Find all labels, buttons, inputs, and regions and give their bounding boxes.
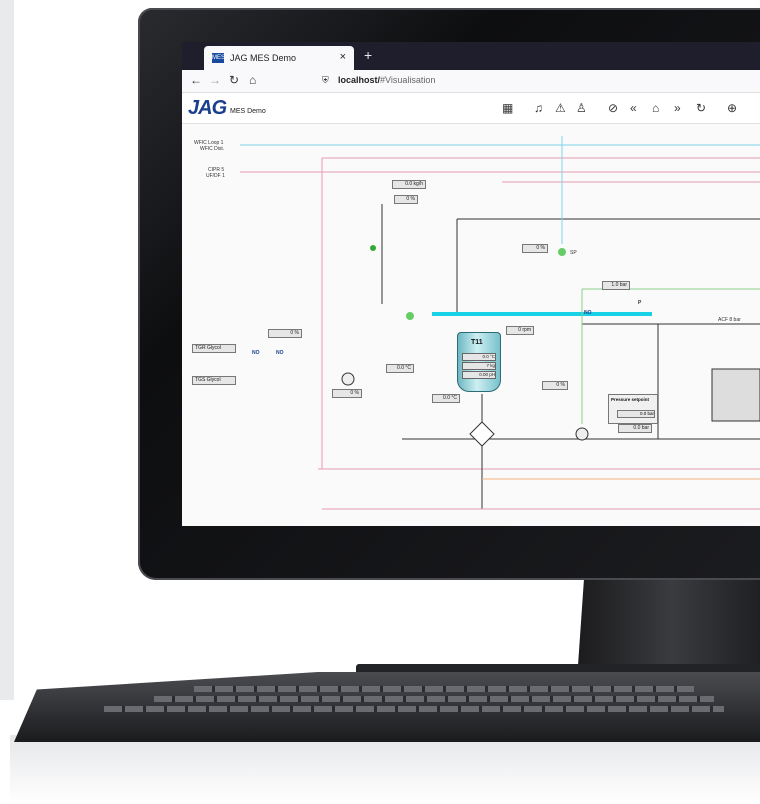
bell-icon[interactable]: ♫ — [534, 101, 543, 115]
p-label: P — [638, 300, 642, 306]
valve-no-label: NO — [252, 350, 260, 356]
flow-readout: 0.0 kg/h — [392, 180, 426, 189]
home-icon[interactable]: ⌂ — [249, 73, 256, 87]
keyboard-row — [154, 696, 714, 702]
temp-out-readout: 0.0 °C — [432, 394, 460, 403]
pump-left-readout: 0 % — [332, 389, 362, 398]
keyboard-row — [194, 686, 694, 692]
tab-favicon: MES — [212, 53, 226, 63]
alarm-user-icon[interactable]: ♙ — [576, 101, 587, 115]
browser-tab[interactable]: MES JAG MES Demo × — [204, 46, 354, 70]
tgr-glycol-label: TGR Glycol — [192, 344, 236, 353]
process-diagram: WFIC Loop 1 WFIC Dist. CIPR 5 UF/DF 1 TG… — [182, 124, 760, 526]
screen: MES JAG MES Demo × + ← → ↻ ⌂ ⛨ localhost… — [182, 42, 760, 526]
url-host: localhost/ — [338, 75, 381, 85]
keyboard — [14, 672, 760, 742]
keyboard-row — [104, 706, 724, 712]
valve-top-readout: 0 % — [394, 195, 418, 204]
valve-no-label-2: NO — [276, 350, 284, 356]
shield-icon: ⛨ — [322, 75, 329, 85]
back-icon[interactable]: ← — [190, 73, 202, 87]
pressure-setpoint-value[interactable]: 0.0 bar — [617, 410, 655, 418]
pressure-actual-readout: 0.0 bar — [618, 424, 652, 433]
browser-tab-bar: MES JAG MES Demo × + — [182, 42, 760, 70]
piping-lines — [240, 136, 760, 510]
new-tab-icon[interactable]: + — [364, 47, 372, 63]
jag-logo: JAG — [188, 97, 227, 119]
tank-name: T11 — [471, 339, 483, 346]
warning-icon[interactable]: ⚠ — [555, 101, 566, 115]
calendar-icon[interactable]: ▦ — [502, 101, 513, 115]
tab-title: JAG MES Demo — [230, 53, 297, 63]
app-subtitle: MES Demo — [230, 108, 266, 115]
sp-label: SP — [570, 250, 577, 256]
first-page-icon[interactable]: « — [630, 101, 637, 115]
home-icon[interactable]: ⌂ — [652, 101, 659, 115]
desk-reflection — [10, 735, 760, 804]
pressure-setpoint-title: Pressure setpoint — [611, 397, 650, 402]
valve-right-readout: 0 % — [542, 381, 568, 390]
valve-no-label-3: NO — [584, 310, 592, 316]
tgs-glycol-label: TGS Glycol — [192, 376, 236, 385]
tank-weight: 7 kg — [462, 362, 496, 370]
tag-icon[interactable]: ⊘ — [608, 101, 618, 115]
app-header: JAG MES Demo ▦ ♫ ⚠ ♙ ⊘ « ⌂ » ↻ ⊕ — [182, 93, 760, 124]
address-bar[interactable]: localhost/#Visualisation — [338, 75, 435, 85]
reload-icon[interactable]: ↻ — [229, 73, 239, 87]
background-strip — [0, 0, 14, 700]
tank-ph: 0.00 pH — [462, 371, 496, 379]
browser-nav-bar: ← → ↻ ⌂ ⛨ localhost/#Visualisation — [182, 70, 760, 93]
acf-label: ACF 8 bar — [718, 317, 741, 323]
wfic-dist-label: WFIC Dist. — [200, 146, 225, 152]
temp-in-readout: 0.0 °C — [386, 364, 414, 373]
refresh-icon[interactable]: ↻ — [696, 101, 706, 115]
forward-icon[interactable]: → — [209, 73, 221, 87]
valve-left-readout: 0 % — [268, 329, 302, 338]
url-path: #Visualisation — [380, 75, 436, 85]
agitator-readout: 0 rpm — [506, 326, 534, 335]
zoom-in-icon[interactable]: ⊕ — [727, 101, 737, 115]
valve-mid-readout: 0 % — [522, 244, 548, 253]
close-tab-icon[interactable]: × — [340, 51, 346, 63]
pressure-top-readout: 1.0 bar — [602, 281, 630, 290]
pressure-setpoint-panel[interactable]: Pressure setpoint 0.0 bar — [608, 394, 658, 424]
last-page-icon[interactable]: » — [674, 101, 681, 115]
tank-temp: 0.0 °C — [462, 353, 496, 361]
tank-t11[interactable]: T11 0.0 °C 7 kg 0.00 pH — [457, 332, 501, 392]
ufdf-label: UF/DF 1 — [206, 173, 225, 179]
